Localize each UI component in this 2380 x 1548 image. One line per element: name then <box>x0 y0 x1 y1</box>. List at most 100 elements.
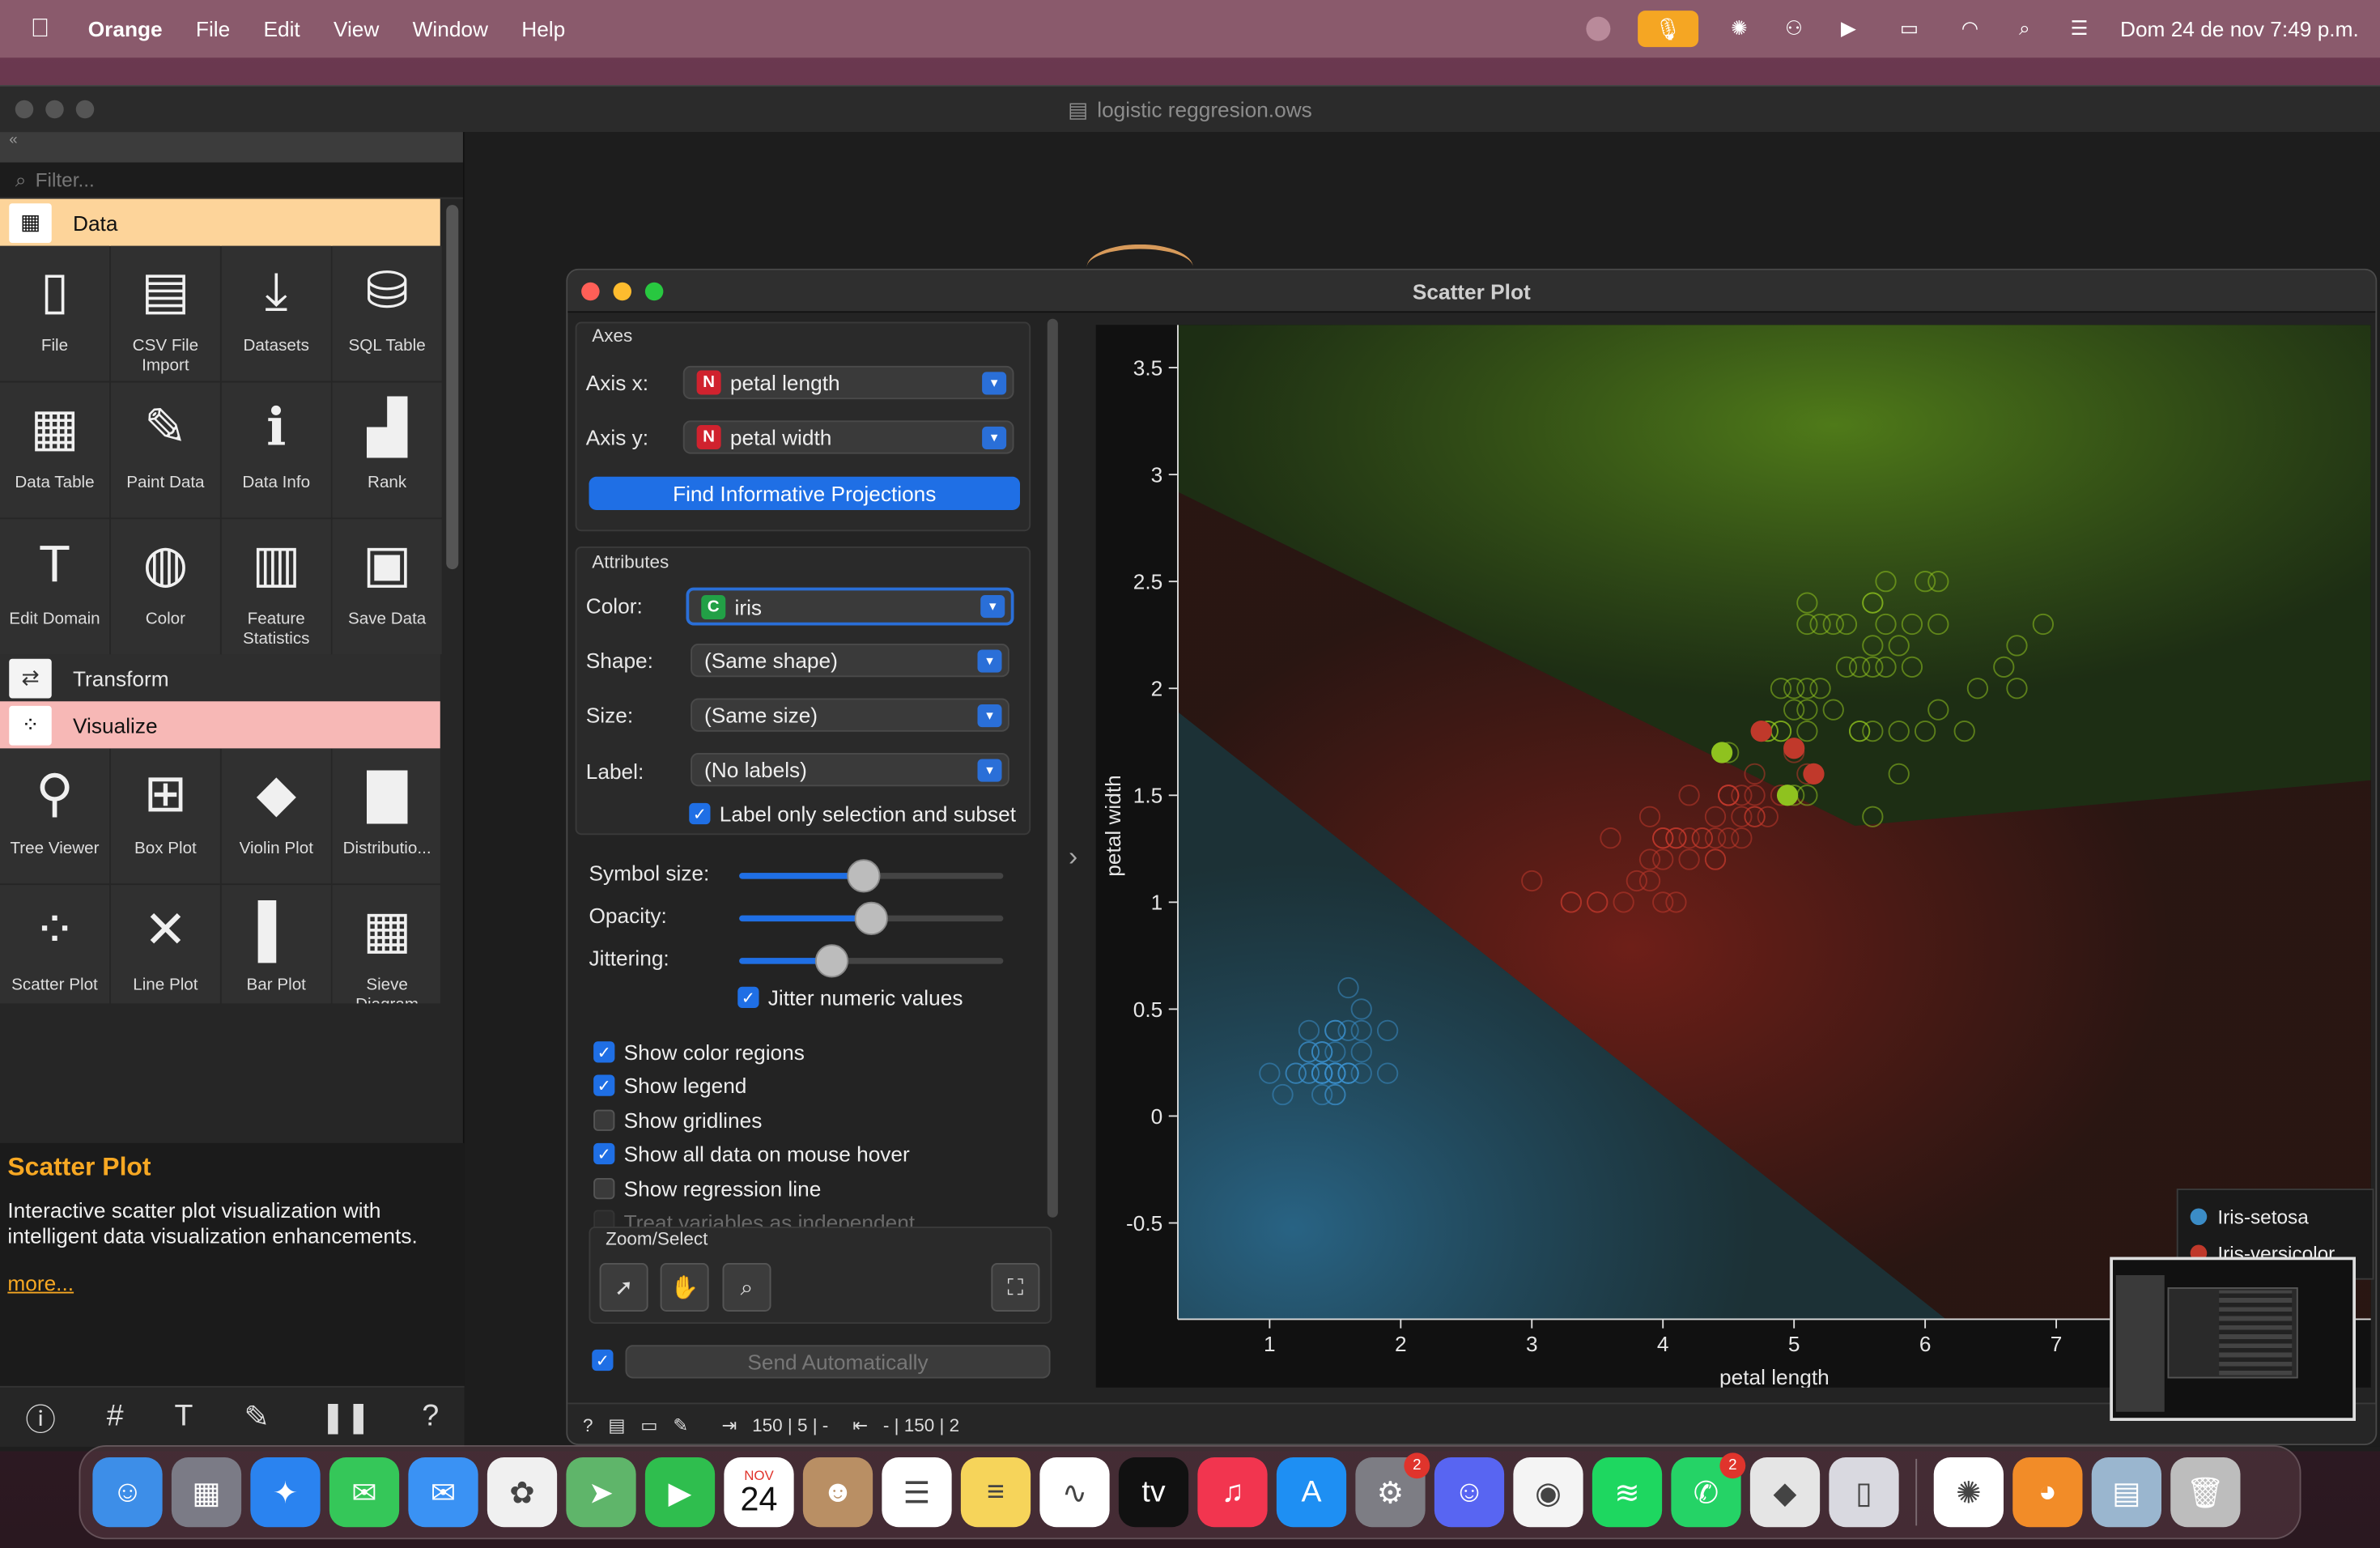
zoom-window-button[interactable] <box>644 282 664 301</box>
collapse-panel-chevron-icon[interactable]: › <box>1069 841 1077 873</box>
description-more-link[interactable]: more... <box>7 1270 457 1295</box>
battery-icon[interactable]: ▭ <box>1889 17 1929 41</box>
discord-icon[interactable]: ☺ <box>1434 1457 1505 1528</box>
size-combo[interactable]: (Same size) ▾ <box>691 698 1009 732</box>
category-transform[interactable]: ⇄ Transform <box>0 654 440 702</box>
find-informative-projections-button[interactable]: Find Informative Projections <box>589 476 1020 510</box>
minimize-window-button[interactable] <box>613 282 631 301</box>
chrome-icon[interactable]: ◉ <box>1513 1457 1583 1528</box>
show-color-regions-checkbox[interactable]: ✓ Show color regions <box>593 1040 805 1064</box>
visualize-widget[interactable]: ▌ Bar Plot <box>221 885 331 1004</box>
preview-icon[interactable]: ▤ <box>2091 1457 2161 1528</box>
data-widget[interactable]: ✎ Paint Data <box>110 382 220 518</box>
play-icon[interactable]: ▶ <box>1834 17 1862 41</box>
selected-data-point[interactable] <box>1803 763 1825 785</box>
wifi-icon[interactable]: ◠ <box>1956 17 1983 41</box>
apple-menu-icon[interactable]:  <box>31 14 58 45</box>
visualize-widget[interactable]: ▦ Sieve Diagram <box>332 885 440 1004</box>
show-gridlines-checkbox[interactable]: Show gridlines <box>593 1108 762 1133</box>
opacity-slider-handle[interactable] <box>854 901 888 935</box>
send-automatically-button[interactable]: Send Automatically <box>625 1345 1051 1379</box>
microphone-icon[interactable]: 🎙 <box>1637 11 1698 48</box>
data-widget[interactable]: ▣ Save Data <box>332 519 442 655</box>
whatsapp-icon[interactable]: ✆ 2 <box>1671 1452 1746 1528</box>
data-widget[interactable]: ▯ File <box>0 245 109 381</box>
category-data[interactable]: ▦ Data <box>0 198 440 246</box>
symbol-size-slider[interactable] <box>739 859 1004 893</box>
show-all-data-checkbox[interactable]: ✓ Show all data on mouse hover <box>593 1142 910 1166</box>
pen-icon[interactable]: ✎ <box>244 1398 269 1436</box>
info-icon[interactable]: ⓘ <box>25 1395 56 1439</box>
data-widget[interactable]: ▥ Feature Statistics <box>221 519 331 655</box>
help-icon[interactable]: ? <box>422 1400 439 1435</box>
trash-icon[interactable]: 🗑 <box>2170 1457 2241 1528</box>
menu-app-name[interactable]: Orange <box>88 17 163 41</box>
treat-variables-checkbox[interactable]: Treat variables as independent <box>593 1210 915 1227</box>
select-pointer-icon[interactable]: ➚ <box>599 1263 648 1312</box>
menu-edit[interactable]: Edit <box>263 17 300 41</box>
selected-data-point[interactable] <box>1776 785 1799 806</box>
facetime-icon[interactable]: ▶ <box>644 1457 716 1528</box>
collapse-toolbox-icon[interactable]: « <box>0 132 463 163</box>
symbol-size-slider-handle[interactable] <box>847 859 881 893</box>
show-legend-checkbox[interactable]: ✓ Show legend <box>593 1074 746 1098</box>
category-visualize[interactable]: ⁘ Visualize <box>0 701 440 749</box>
minimize-window-button[interactable] <box>45 100 64 119</box>
record-indicator-icon[interactable] <box>1585 16 1610 41</box>
data-widget[interactable]: ℹ Data Info <box>221 382 331 518</box>
hash-icon[interactable]: # <box>107 1400 124 1435</box>
appstore-icon[interactable]: A <box>1276 1457 1347 1528</box>
opacity-slider[interactable] <box>739 901 1004 935</box>
close-window-button[interactable] <box>15 100 34 119</box>
zoom-magnifier-icon[interactable]: ⌕ <box>722 1263 771 1312</box>
data-widget[interactable]: T Edit Domain <box>0 519 109 655</box>
axis-y-combo[interactable]: N petal width ▾ <box>682 420 1014 454</box>
show-regression-checkbox[interactable]: Show regression line <box>593 1176 821 1201</box>
menu-view[interactable]: View <box>334 17 379 41</box>
settings-icon[interactable]: ⚙ 2 <box>1355 1452 1430 1528</box>
zoom-window-button[interactable] <box>75 100 95 119</box>
visualize-widget[interactable]: ✕ Line Plot <box>110 885 220 1004</box>
selected-data-point[interactable] <box>1783 738 1805 759</box>
freeform-icon[interactable]: ∿ <box>1039 1457 1110 1528</box>
calendar-icon[interactable]: NOV 24 <box>724 1457 794 1528</box>
visualize-widget[interactable]: ◆ Violin Plot <box>221 748 331 884</box>
visualize-widget[interactable]: ▇ Distributio... <box>332 748 440 884</box>
notes-icon[interactable]: ≡ <box>960 1457 1031 1528</box>
jitter-numeric-checkbox[interactable]: ✓ Jitter numeric values <box>737 985 963 1010</box>
text-annotation-icon[interactable]: T <box>175 1400 193 1435</box>
visualize-widget[interactable]: ⊞ Box Plot <box>110 748 220 884</box>
data-widget[interactable]: ⛁ SQL Table <box>332 245 442 381</box>
color-combo[interactable]: C iris ▾ <box>686 587 1014 626</box>
chatgpt-icon[interactable]: ✺ <box>1933 1457 2004 1528</box>
fit-to-view-icon[interactable]: ⛶ <box>991 1263 1040 1312</box>
contacts-icon[interactable]: ☻ <box>802 1457 873 1528</box>
help-icon[interactable]: ? <box>583 1414 593 1435</box>
spotify-icon[interactable]: ≋ <box>1592 1457 1663 1528</box>
launchpad-icon[interactable]: ▦ <box>171 1457 242 1528</box>
photos-icon[interactable]: ✿ <box>487 1457 558 1528</box>
pause-icon[interactable]: ❚❚ <box>321 1398 372 1436</box>
roblox-icon[interactable]: ◆ <box>1749 1457 1821 1528</box>
mail-icon[interactable]: ✉ <box>408 1457 478 1528</box>
selected-data-point[interactable] <box>1750 720 1772 742</box>
shape-combo[interactable]: (Same shape) ▾ <box>691 644 1009 678</box>
menu-window[interactable]: Window <box>413 17 488 41</box>
save-icon[interactable]: ▤ <box>608 1414 625 1435</box>
filter-input[interactable]: ⌕ Filter... <box>0 162 463 199</box>
data-widget[interactable]: ▟ Rank <box>332 382 442 518</box>
menu-file[interactable]: File <box>196 17 230 41</box>
send-automatically-checkbox[interactable]: ✓ <box>592 1349 623 1372</box>
finder-icon[interactable]: ☺ <box>92 1457 163 1528</box>
selected-data-point[interactable] <box>1711 742 1733 763</box>
music-icon[interactable]: ♫ <box>1197 1457 1268 1528</box>
screen-thumbnail[interactable] <box>2110 1257 2356 1421</box>
visual-settings-icon[interactable]: ✎ <box>673 1414 688 1435</box>
label-combo[interactable]: (No labels) ▾ <box>691 753 1009 787</box>
spotlight-search-icon[interactable]: ⌕ <box>2011 17 2038 41</box>
menu-help[interactable]: Help <box>521 17 565 41</box>
close-window-button[interactable] <box>581 282 600 301</box>
axis-x-combo[interactable]: N petal length ▾ <box>682 365 1014 400</box>
safari-icon[interactable]: ✦ <box>250 1457 321 1528</box>
jittering-slider-handle[interactable] <box>814 944 849 978</box>
